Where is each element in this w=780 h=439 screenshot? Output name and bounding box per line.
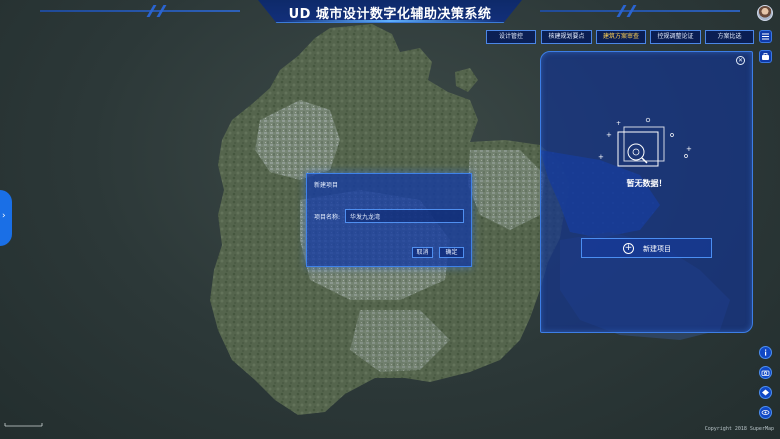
page-title: UD 城市设计数字化辅助决策系统 bbox=[288, 7, 492, 22]
tab-building-review[interactable]: 建筑方案审查 bbox=[596, 30, 646, 44]
new-project-button[interactable]: + 新建项目 bbox=[581, 238, 712, 258]
panel-close-button[interactable]: ✕ bbox=[736, 56, 745, 65]
svg-text:+: + bbox=[616, 120, 621, 127]
left-panel-toggle[interactable]: › bbox=[0, 190, 12, 246]
user-avatar[interactable] bbox=[757, 5, 773, 21]
new-project-label: 新建项目 bbox=[643, 245, 671, 253]
svg-text:+: + bbox=[686, 145, 692, 153]
tab-design-control[interactable]: 设计管控 bbox=[486, 30, 536, 44]
scale-bar bbox=[4, 423, 43, 427]
camera-icon bbox=[761, 370, 770, 376]
list-button[interactable] bbox=[759, 30, 772, 43]
briefcase-icon bbox=[762, 53, 769, 60]
header-line-left bbox=[40, 10, 240, 12]
briefcase-button[interactable] bbox=[759, 50, 772, 63]
copyright-text: Copyright 2018 SuperMap bbox=[704, 426, 774, 432]
no-data-text: 暂无数据！ bbox=[626, 179, 667, 188]
islet bbox=[455, 68, 478, 92]
chevron-right-icon: › bbox=[2, 211, 6, 221]
confirm-button[interactable]: 确定 bbox=[439, 247, 464, 258]
list-icon bbox=[762, 33, 769, 40]
header-line-right bbox=[540, 10, 740, 12]
layers-button[interactable] bbox=[759, 386, 772, 399]
tab-zoning-adjust[interactable]: 控规调整论证 bbox=[650, 30, 701, 44]
camera-button[interactable] bbox=[759, 366, 772, 379]
info-button[interactable] bbox=[759, 346, 772, 359]
empty-state-icon: + + + + bbox=[598, 117, 692, 167]
project-name-input[interactable] bbox=[345, 209, 464, 223]
close-icon: ✕ bbox=[737, 57, 744, 64]
project-name-label: 项目名称: bbox=[314, 214, 341, 221]
dialog-title: 新建项目 bbox=[314, 182, 339, 189]
tab-scheme-compare[interactable]: 方案比选 bbox=[705, 30, 754, 44]
svg-text:+: + bbox=[606, 131, 612, 139]
info-icon bbox=[765, 349, 767, 356]
view-icon bbox=[761, 410, 770, 415]
tab-planning-points[interactable]: 核建规划要点 bbox=[541, 30, 592, 44]
cancel-button[interactable]: 取消 bbox=[412, 247, 433, 258]
svg-text:+: + bbox=[598, 153, 604, 161]
layers-icon bbox=[762, 389, 769, 396]
plus-icon: + bbox=[623, 243, 634, 254]
view-button[interactable] bbox=[759, 406, 772, 419]
project-panel bbox=[540, 51, 753, 333]
